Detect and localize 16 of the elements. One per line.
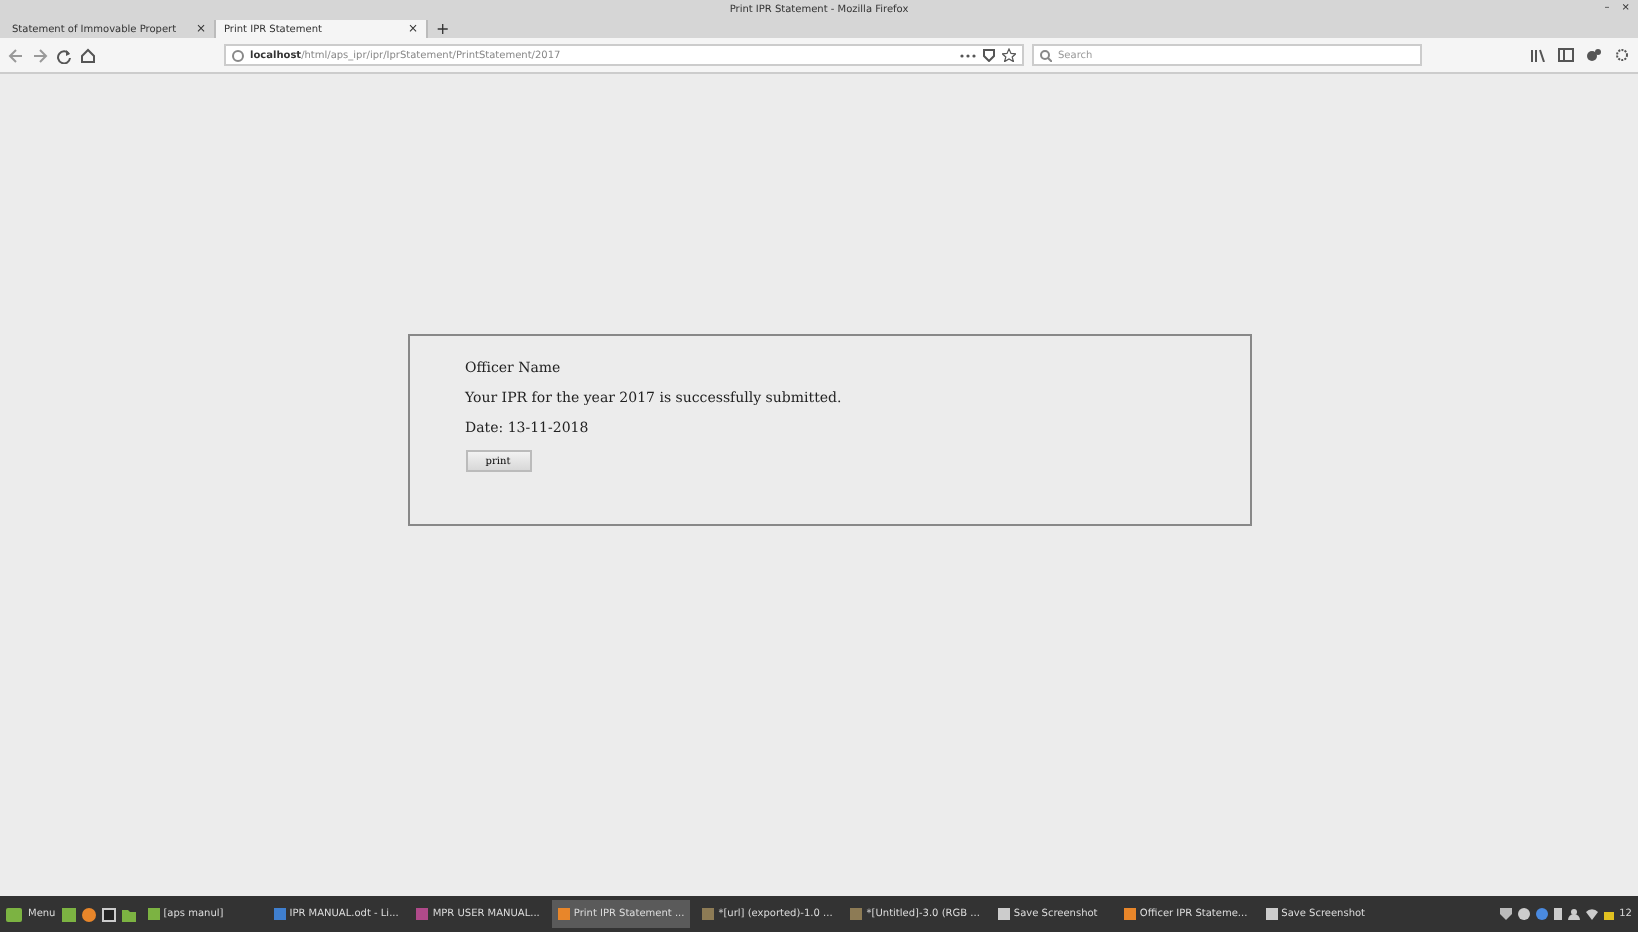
search-icon <box>1040 49 1052 61</box>
home-icon[interactable] <box>80 47 96 63</box>
library-icon[interactable] <box>1530 48 1546 62</box>
shield-icon[interactable] <box>982 48 996 62</box>
folder-icon[interactable] <box>121 907 136 921</box>
shield-icon[interactable] <box>1499 908 1512 920</box>
user-icon[interactable] <box>1567 908 1580 920</box>
sidebar-icon[interactable] <box>1558 48 1574 62</box>
new-tab-button[interactable]: + <box>436 20 450 38</box>
reload-icon[interactable] <box>56 47 72 63</box>
back-icon[interactable] <box>8 47 24 63</box>
wifi-icon[interactable] <box>1585 908 1598 920</box>
star-icon[interactable] <box>1002 48 1016 62</box>
forward-icon[interactable] <box>32 47 48 63</box>
terminal-icon[interactable] <box>101 907 116 921</box>
more-icon[interactable] <box>960 49 976 61</box>
